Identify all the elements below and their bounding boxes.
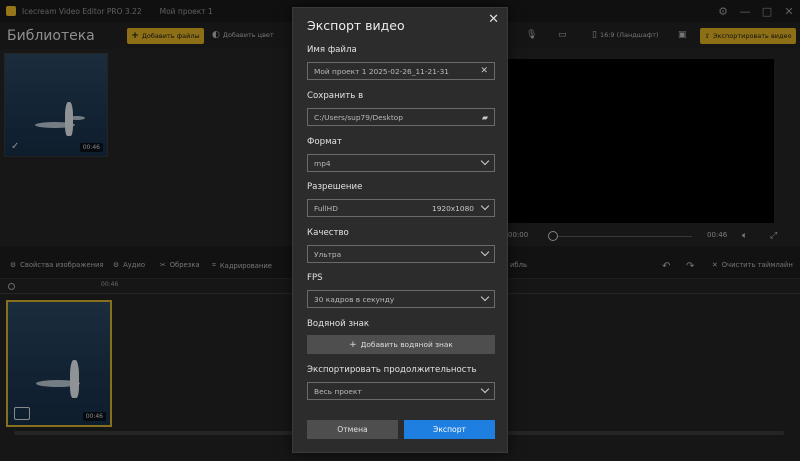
chevron-down-icon: [480, 292, 490, 302]
quality-label: Качество: [307, 228, 349, 238]
fps-value: 30 кадров в секунду: [314, 294, 395, 304]
filename-label: Имя файла: [307, 45, 357, 55]
chevron-down-icon: [480, 156, 490, 166]
duration-value: Весь проект: [314, 386, 362, 396]
chevron-down-icon: [480, 201, 490, 211]
add-watermark-button[interactable]: + Добавить водяной знак: [307, 335, 495, 354]
resolution-value: 1920x1080: [432, 203, 474, 213]
clear-field-icon[interactable]: ✕: [480, 66, 488, 76]
save-to-field[interactable]: C:/Users/sup79/Desktop ▰: [307, 108, 495, 126]
format-value: mp4: [314, 158, 331, 168]
save-to-label: Сохранить в: [307, 91, 364, 101]
duration-select[interactable]: Весь проект: [307, 382, 495, 400]
resolution-label: Разрешение: [307, 182, 363, 192]
plus-icon: +: [349, 339, 357, 350]
filename-value: Мой проект 1 2025-02-26_11-21-31: [314, 66, 450, 76]
resolution-select[interactable]: FullHD 1920x1080: [307, 199, 495, 217]
duration-label: Экспортировать продолжительность: [307, 365, 477, 375]
fps-label: FPS: [307, 273, 323, 283]
export-dialog: Экспорт видео ✕ Имя файла Мой проект 1 2…: [292, 7, 508, 453]
filename-field[interactable]: Мой проект 1 2025-02-26_11-21-31 ✕: [307, 62, 495, 80]
dialog-title: Экспорт видео: [307, 18, 405, 33]
quality-select[interactable]: Ультра: [307, 245, 495, 263]
format-select[interactable]: mp4: [307, 154, 495, 172]
watermark-label: Водяной знак: [307, 319, 370, 329]
add-watermark-label: Добавить водяной знак: [360, 340, 453, 349]
resolution-name: FullHD: [314, 203, 338, 213]
export-button[interactable]: Экспорт: [404, 420, 495, 439]
save-to-value: C:/Users/sup79/Desktop: [314, 112, 403, 122]
format-label: Формат: [307, 137, 342, 147]
quality-value: Ультра: [314, 249, 342, 259]
cancel-button[interactable]: Отмена: [307, 420, 398, 439]
folder-icon[interactable]: ▰: [482, 113, 488, 122]
fps-select[interactable]: 30 кадров в секунду: [307, 290, 495, 308]
close-icon[interactable]: ✕: [488, 12, 499, 27]
chevron-down-icon: [480, 247, 490, 257]
chevron-down-icon: [480, 384, 490, 394]
